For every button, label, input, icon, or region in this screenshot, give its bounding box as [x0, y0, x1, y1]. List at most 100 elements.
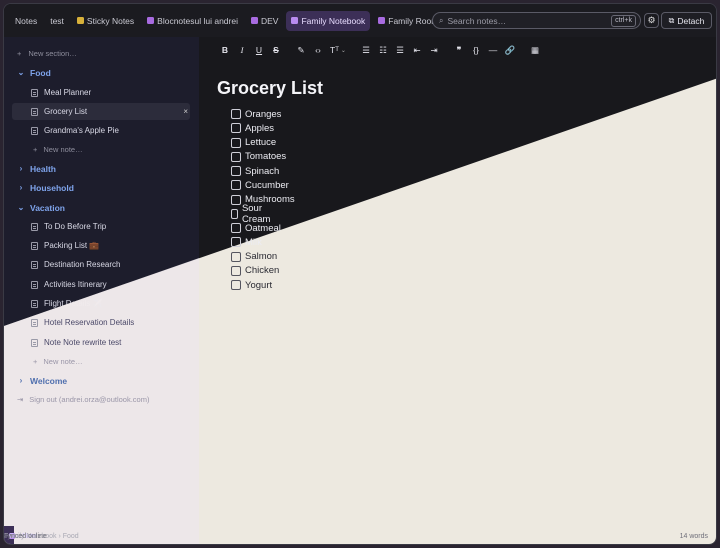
- checklist-item[interactable]: Oranges: [231, 107, 281, 121]
- tab-test[interactable]: test: [45, 11, 69, 31]
- section-health[interactable]: › Health: [16, 159, 56, 178]
- code-block-icon[interactable]: {}: [468, 42, 484, 58]
- new-note-label: New note…: [43, 145, 83, 154]
- checkbox[interactable]: [231, 137, 241, 148]
- checkbox[interactable]: [231, 265, 241, 276]
- strikethrough-icon[interactable]: S: [268, 42, 284, 58]
- page-icon: [31, 318, 38, 327]
- checklist-item[interactable]: Sour Cream: [231, 203, 274, 225]
- new-section-button[interactable]: + New section…: [17, 44, 77, 63]
- search-input[interactable]: ⌕ Search notes… ctrl+k: [432, 12, 641, 29]
- tab-notes[interactable]: Notes: [10, 11, 42, 31]
- checklist-item-label: Cucumber: [245, 179, 289, 191]
- note-grocery-list[interactable]: Grocery List ×: [31, 102, 190, 121]
- bullet-list-icon[interactable]: ☰: [358, 42, 374, 58]
- tab-label: Notes: [15, 15, 38, 26]
- note-meal-planner[interactable]: Meal Planner: [31, 83, 91, 102]
- app-window: Notes test Sticky Notes Blocnotesul lui …: [3, 3, 717, 545]
- checklist-item-label: Lettuce: [245, 137, 277, 148]
- note-label: Grandma's Apple Pie: [44, 126, 119, 135]
- section-food[interactable]: ⌄ Food: [16, 63, 51, 82]
- tab-label: Sticky Notes: [86, 15, 135, 26]
- section-vacation[interactable]: ⌄ Vacation: [16, 198, 65, 217]
- format-toolbar: B I U S ✎ ‹› T T ⌄ ☰ ☷ ☰ ⇤ ⇥ ❞ {} — 🔗 ▦: [199, 37, 716, 63]
- sign-out-icon: ⇥: [17, 395, 24, 404]
- note-apple-pie[interactable]: Grandma's Apple Pie: [31, 121, 119, 140]
- indent-icon[interactable]: ⇥: [426, 42, 442, 58]
- section-label: Food: [30, 67, 51, 78]
- checklist-item[interactable]: Cucumber: [231, 178, 289, 192]
- checklist-item[interactable]: Yogurt: [231, 278, 272, 292]
- tab-blocnotesul[interactable]: Blocnotesul lui andrei: [142, 11, 243, 31]
- page-icon: [31, 260, 38, 269]
- text-size-icon[interactable]: T T ⌄: [327, 42, 349, 58]
- checkbox[interactable]: [231, 166, 241, 176]
- highlighter-icon[interactable]: ✎: [293, 42, 309, 58]
- checkbox[interactable]: [231, 151, 241, 162]
- checkbox[interactable]: [231, 123, 241, 134]
- section-welcome[interactable]: › Welcome: [16, 371, 68, 390]
- checklist-item[interactable]: Tomatoes: [231, 150, 286, 164]
- outdent-icon[interactable]: ⇤: [409, 42, 425, 58]
- horizontal-rule-icon[interactable]: —: [485, 42, 501, 58]
- section-label: Household: [30, 182, 74, 193]
- page-icon: [31, 280, 38, 289]
- checklist-item[interactable]: Spinach: [231, 164, 279, 178]
- external-link-icon: ⧉: [668, 15, 675, 25]
- detach-button[interactable]: ⧉ Detach: [661, 12, 712, 29]
- checklist-item[interactable]: Salmon: [231, 250, 277, 264]
- sidebar: + New section… ⌄ Food Meal Planner Grocery…: [4, 37, 199, 526]
- new-note-button[interactable]: + New note…: [33, 140, 83, 159]
- note-rewrite[interactable]: Note Note rewrite test: [31, 333, 121, 352]
- sign-out-label: Sign out (andrei.orza@outlook.com): [29, 395, 150, 404]
- checkbox[interactable]: [231, 223, 241, 233]
- checklist-item[interactable]: Chicken: [231, 264, 279, 278]
- page-icon: [31, 222, 38, 231]
- link-icon[interactable]: 🔗: [502, 42, 518, 58]
- page-icon: [31, 107, 38, 116]
- checkbox[interactable]: [231, 109, 241, 119]
- bold-icon[interactable]: B: [217, 42, 233, 58]
- checklist-icon[interactable]: ☰: [392, 42, 408, 58]
- checklist-item[interactable]: Lettuce: [231, 136, 276, 150]
- note-label: Packing List 💼: [44, 241, 100, 250]
- underline-icon[interactable]: U: [251, 42, 267, 58]
- section-household[interactable]: › Household: [16, 178, 74, 197]
- notebook-color-icon: [378, 17, 386, 24]
- checklist-item[interactable]: Oatmeal: [231, 221, 281, 235]
- note-hotel[interactable]: Hotel Reservation Details: [31, 313, 134, 332]
- tab-dev[interactable]: DEV: [246, 11, 283, 31]
- code-icon[interactable]: ‹›: [310, 42, 326, 58]
- checkbox[interactable]: [231, 251, 241, 262]
- note-label: Meal Planner: [44, 88, 92, 97]
- tab-family-notebook[interactable]: Family Notebook: [286, 10, 371, 31]
- settings-button[interactable]: ⚙: [644, 13, 659, 28]
- status-bar: OneNote Family Notebook › Food synced on…: [4, 526, 716, 544]
- sign-out-link[interactable]: ⇥ Sign out (andrei.orza@outlook.com): [17, 390, 149, 409]
- close-icon[interactable]: ×: [183, 107, 188, 116]
- checkbox[interactable]: [231, 194, 241, 205]
- note-activities[interactable]: Activities Itinerary: [31, 275, 107, 294]
- checkbox[interactable]: [231, 180, 241, 191]
- checkbox[interactable]: [231, 237, 241, 248]
- editor-pane: B I U S ✎ ‹› T T ⌄ ☰ ☷ ☰ ⇤ ⇥ ❞ {} — 🔗 ▦ Gr…: [199, 37, 716, 526]
- section-label: Welcome: [30, 375, 68, 386]
- note-packing-list[interactable]: Packing List 💼: [31, 236, 99, 255]
- checklist-item[interactable]: Apples: [231, 121, 274, 135]
- table-icon[interactable]: ▦: [527, 42, 543, 58]
- checklist-item[interactable]: Milk: [231, 235, 262, 249]
- quote-icon[interactable]: ❞: [451, 42, 467, 58]
- tab-label: Family Notebook: [301, 15, 366, 26]
- checkbox[interactable]: [231, 280, 241, 290]
- numbered-list-icon[interactable]: ☷: [375, 42, 391, 58]
- checkbox[interactable]: [231, 208, 238, 219]
- tab-sticky-notes[interactable]: Sticky Notes: [72, 11, 139, 31]
- checklist-item-label: Spinach: [245, 165, 280, 177]
- note-flight[interactable]: Flight Details ✈️: [31, 294, 102, 313]
- italic-icon[interactable]: I: [234, 42, 250, 58]
- note-todo-trip[interactable]: To Do Before Trip: [31, 217, 106, 236]
- note-label: Grocery List: [44, 107, 88, 116]
- new-note-button[interactable]: + New note…: [33, 352, 83, 371]
- note-destination[interactable]: Destination Research: [31, 255, 120, 274]
- note-title[interactable]: Grocery List: [217, 78, 323, 99]
